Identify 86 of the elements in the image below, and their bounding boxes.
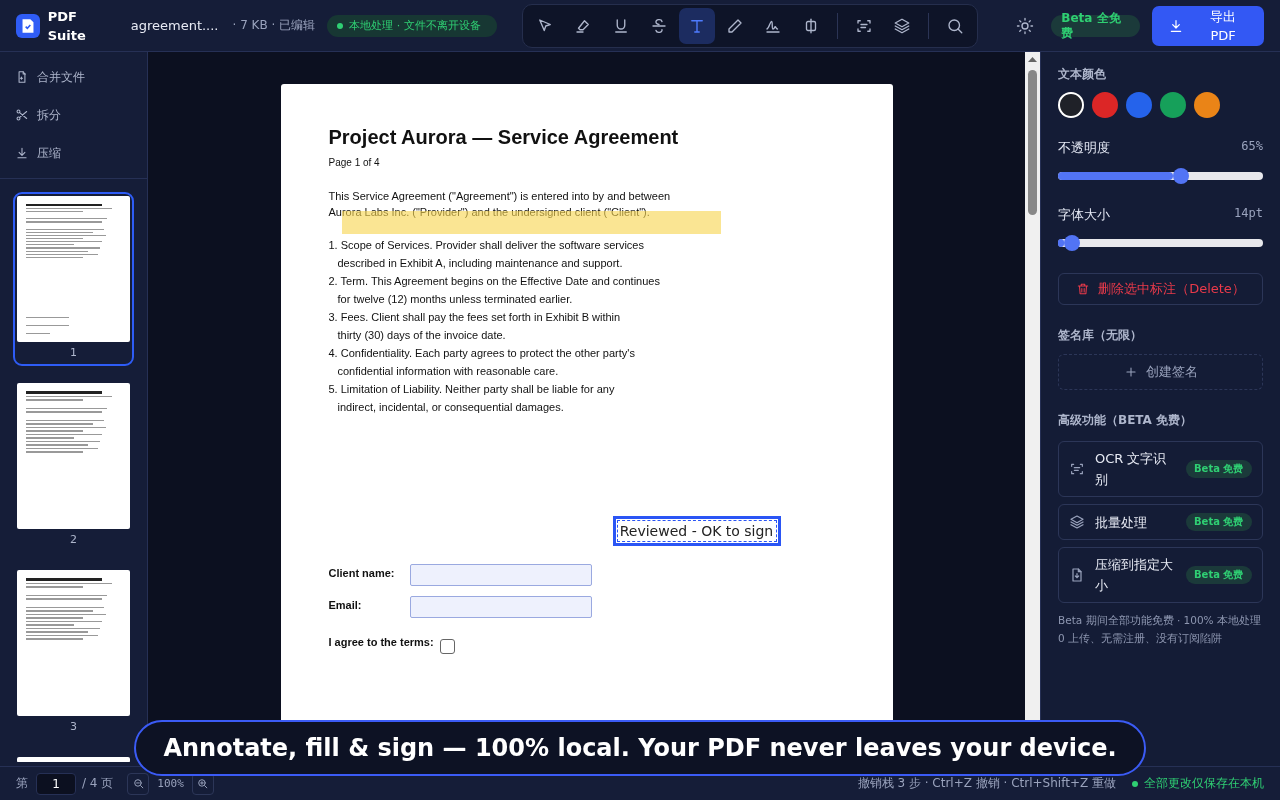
delete-button[interactable]: 删除选中标注（Delete） <box>1058 273 1263 305</box>
opacity-value: 65% <box>1241 139 1263 155</box>
zoom-in-icon <box>196 777 210 790</box>
slider-thumb[interactable] <box>1173 168 1190 184</box>
field-label: I agree to the terms: <box>328 636 434 648</box>
thumbnail-label: 3 <box>70 719 77 735</box>
color-swatch[interactable] <box>1160 92 1186 118</box>
font-size-value: 14pt <box>1234 206 1263 222</box>
beta-badge: Beta 免费 <box>1186 566 1252 584</box>
section-title: 文本颜色 <box>1058 66 1107 83</box>
thumbnail-frame[interactable]: 1 <box>13 192 134 366</box>
strikethrough-icon <box>649 16 668 35</box>
sidebar-action[interactable]: 合并文件 <box>0 58 147 96</box>
clause-text: 2. Term. This Agreement begins on the Effective Date and continues for twelve (12) months unless terminated earlier. <box>328 274 661 307</box>
status-dot <box>1132 780 1138 787</box>
export-button[interactable]: 导出 PDF <box>1152 5 1264 46</box>
plus-icon <box>1123 365 1138 379</box>
logo-icon <box>16 13 40 38</box>
section-title: 高级功能（BETA 免费） <box>1058 412 1194 429</box>
field-label: Client name: <box>328 566 396 579</box>
file-name: agreement.... <box>130 18 219 33</box>
page-prefix: 第 <box>16 775 28 792</box>
clause-text: 5. Limitation of Liability. Neither party shall be liable for any indirect, incidental, or consequential damages. <box>328 382 616 415</box>
zoom-out-button[interactable] <box>127 772 150 795</box>
color-swatch[interactable] <box>1092 92 1118 118</box>
thumbnail-label: 2 <box>70 532 77 548</box>
save-status: 全部更改仅保存在本机 <box>1144 775 1264 792</box>
feature-card[interactable]: 批量处理 Beta 免费 <box>1058 504 1263 540</box>
agree-checkbox[interactable] <box>439 639 455 654</box>
scroll-thumb[interactable] <box>1028 70 1037 215</box>
thumbnail-label: 1 <box>70 345 77 361</box>
color-swatch[interactable] <box>1126 92 1152 118</box>
file-download-icon <box>1069 567 1085 583</box>
slider-thumb[interactable] <box>1063 235 1080 251</box>
page-number-field[interactable]: 1 <box>36 772 76 795</box>
zoom-level: 100% <box>157 777 184 790</box>
beta-badge: Beta 免费 <box>1186 513 1252 531</box>
document-title: Project Aurora — Service Agreement <box>328 126 680 149</box>
trash-icon <box>1076 282 1091 296</box>
page-thumbnail[interactable] <box>17 196 130 342</box>
download-icon <box>15 146 29 160</box>
page-label: Page 1 of 4 <box>328 157 381 168</box>
beta-badge: Beta 免费 <box>1186 460 1252 478</box>
clause-text: 4. Confidentiality. Each party agrees to protect the other party's confidential information with reasonable care. <box>328 346 636 379</box>
sidebar-action[interactable]: 压缩 <box>0 134 147 172</box>
feature-card[interactable]: OCR 文字识别 Beta 免费 <box>1058 441 1263 497</box>
scissors-icon <box>15 108 29 122</box>
beta-badge: Beta 全免费 <box>1051 14 1141 37</box>
zoom-out-icon <box>131 777 145 790</box>
privacy-badge: 本地处理 · 文件不离开设备 <box>327 14 497 37</box>
input-field[interactable] <box>409 596 592 618</box>
feature-card[interactable]: 压缩到指定大小 Beta 免费 <box>1058 547 1263 603</box>
color-swatch[interactable] <box>1058 92 1084 118</box>
thumbnail-frame[interactable]: 3 <box>13 566 134 740</box>
sun-icon <box>1015 16 1034 35</box>
field-label: Email: <box>328 598 363 611</box>
input-field[interactable] <box>409 564 592 586</box>
create-signature-button[interactable]: 创建签名 <box>1058 354 1263 390</box>
text-tool-button[interactable] <box>678 7 715 44</box>
opacity-label: 不透明度 <box>1058 139 1110 157</box>
color-swatch[interactable] <box>1194 92 1220 118</box>
info-note: Beta 期间全部功能免费 · 100% 本地处理 <box>1058 613 1262 628</box>
feature-label: OCR 文字识别 <box>1095 450 1168 489</box>
clause-text: 3. Fees. Client shall pay the fees set forth in Exhibit B within thirty (30) days of the invoice date. <box>328 310 622 343</box>
promo-toast: Annotate, fill & sign — 100% local. Your PDF never leaves your device. <box>134 720 1146 776</box>
app-name: PDF Suite <box>47 7 87 45</box>
font-size-label: 字体大小 <box>1058 206 1110 224</box>
feature-label: 压缩到指定大小 <box>1095 556 1174 595</box>
sidebar-action[interactable]: 拆分 <box>0 96 147 134</box>
thumbnail-frame[interactable]: 2 <box>13 379 134 553</box>
info-note: 0 上传、无需注册、没有订阅陷阱 <box>1058 631 1224 646</box>
search-icon <box>945 16 964 35</box>
layers-icon <box>892 16 911 35</box>
file-meta: · 7 KB · 已编辑 <box>232 17 316 34</box>
layers-icon <box>1069 514 1085 530</box>
section-title: 签名库（无限） <box>1058 327 1143 344</box>
page-thumbnail[interactable] <box>17 383 130 529</box>
file-plus-icon <box>15 70 29 84</box>
scroll-up-arrow-icon[interactable] <box>1028 56 1037 62</box>
text-annotation[interactable]: Reviewed - OK to sign <box>612 516 781 546</box>
page-thumbnail[interactable] <box>17 570 130 716</box>
page-total: / 4 页 <box>82 775 114 792</box>
feature-label: 批量处理 <box>1095 513 1148 532</box>
clause-text: 1. Scope of Services. Provider shall deliver the software services described in Exhibit A, including maintenance and support. <box>328 238 645 271</box>
scan-text-icon <box>1069 461 1085 477</box>
undo-info: 撤销栈 3 步 · Ctrl+Z 撤销 · Ctrl+Shift+Z 重做 <box>857 775 1116 792</box>
